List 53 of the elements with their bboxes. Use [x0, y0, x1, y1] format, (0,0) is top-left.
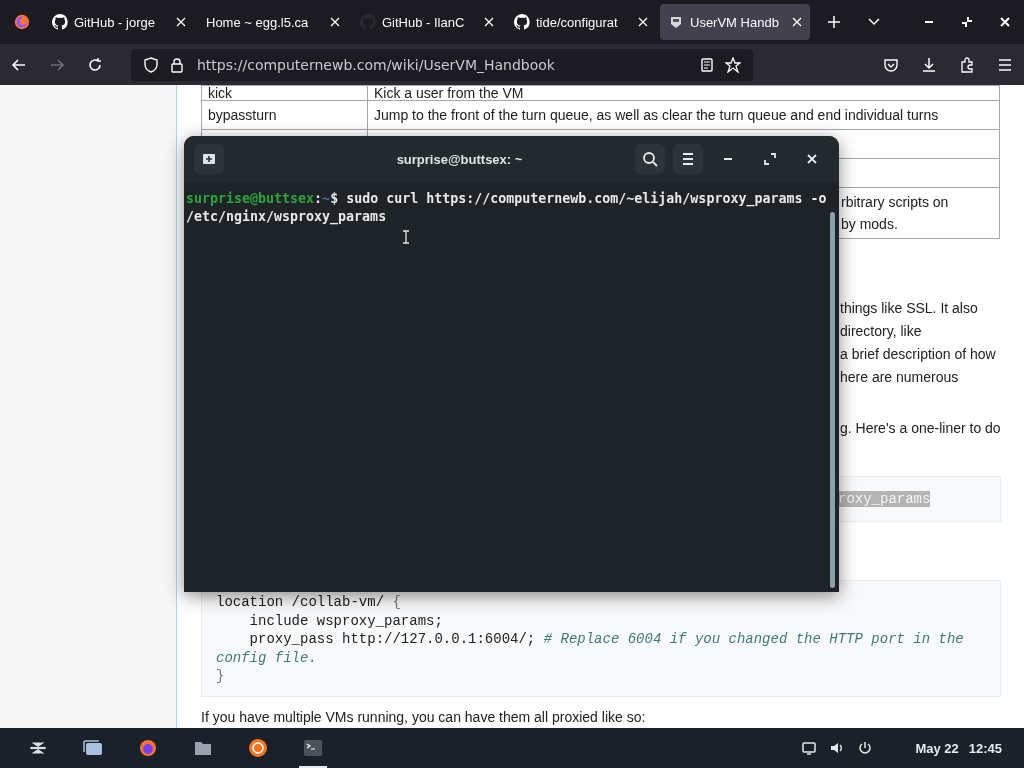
- code-line: location /collab-vm/ {: [216, 593, 402, 612]
- table-cell: bypassturn: [208, 107, 277, 123]
- reader-view-icon[interactable]: [699, 56, 715, 73]
- paragraph-text: If you have multiple VMs running, you can have them all proxied like so:: [201, 708, 647, 725]
- site-icon: [668, 14, 684, 30]
- windows-icon[interactable]: [81, 738, 104, 758]
- time-text: 12:45: [968, 740, 1002, 756]
- extensions-icon[interactable]: [959, 56, 975, 73]
- code-line: }: [216, 667, 226, 686]
- scrollbar-thumb[interactable]: [830, 212, 835, 588]
- star-icon[interactable]: [725, 56, 741, 73]
- paragraph-text: things like SSL. It also directory, like a brief description of how here are numerous: [840, 299, 997, 387]
- table-cell-text: rbitrary scripts on by mods.: [841, 193, 950, 234]
- pocket-icon[interactable]: [883, 56, 899, 73]
- forward-icon[interactable]: [49, 56, 65, 73]
- restore-icon[interactable]: [961, 16, 973, 28]
- display-icon[interactable]: [801, 740, 818, 756]
- close-icon[interactable]: [806, 153, 818, 165]
- new-tab-icon[interactable]: [827, 15, 841, 29]
- search-button[interactable]: [635, 144, 665, 174]
- table-cell: Jump to the front of the turn queue, as well as clear the turn queue and end individual turns: [374, 107, 939, 123]
- code-line: include wsproxy_params;: [248, 611, 444, 630]
- browser-tab[interactable]: Home ~ egg.l5.ca: [198, 4, 348, 40]
- power-icon[interactable]: [857, 740, 874, 756]
- reload-icon[interactable]: [87, 56, 103, 73]
- code-line: proxy_pass http://127.0.0.1:6004/; # Replace 6004 if you changed the HTTP port in the config file.: [216, 630, 965, 667]
- browser-tab[interactable]: GitHub - jorge: [44, 4, 194, 40]
- browser-icon[interactable]: [137, 738, 158, 758]
- browser-tab[interactable]: GitHub - IlanC: [352, 4, 502, 40]
- window-title: surprise@buttsex: ~: [395, 151, 524, 167]
- terminal-icon[interactable]: [302, 738, 323, 758]
- maximize-icon[interactable]: [764, 153, 776, 165]
- shield-icon[interactable]: [143, 56, 159, 73]
- menu-button[interactable]: [673, 144, 703, 174]
- terminal-command-line: surprise@buttsex:~$ sudo curl https://computernewb.com/~elijah/wsproxy_params -o /etc/nginx/wsproxy_params: [186, 190, 828, 226]
- table-cell: Kick a user from the VM: [374, 85, 524, 101]
- ring-icon[interactable]: [247, 738, 268, 758]
- date-text: May 22: [915, 740, 959, 756]
- browser-tab[interactable]: tide/configurat: [506, 4, 656, 40]
- lock-icon[interactable]: [169, 56, 185, 73]
- new-tab-button[interactable]: [194, 144, 224, 174]
- text-cursor-icon: [402, 230, 410, 244]
- paragraph-text: g. Here's a one-liner to do: [840, 419, 1001, 438]
- menu-icon[interactable]: [997, 56, 1013, 73]
- browser-tab[interactable]: UserVM Handb: [660, 4, 810, 40]
- table-cell: kick: [208, 85, 233, 101]
- github-icon: [52, 14, 68, 30]
- download-icon[interactable]: [921, 56, 937, 73]
- browser-logo-icon[interactable]: [13, 13, 31, 31]
- back-icon[interactable]: [11, 56, 27, 73]
- address-bar[interactable]: https://computernewb.com/wiki/UserVM_Handbook: [131, 48, 753, 81]
- github-icon: [514, 14, 530, 30]
- code-text: roxy_params: [838, 491, 931, 507]
